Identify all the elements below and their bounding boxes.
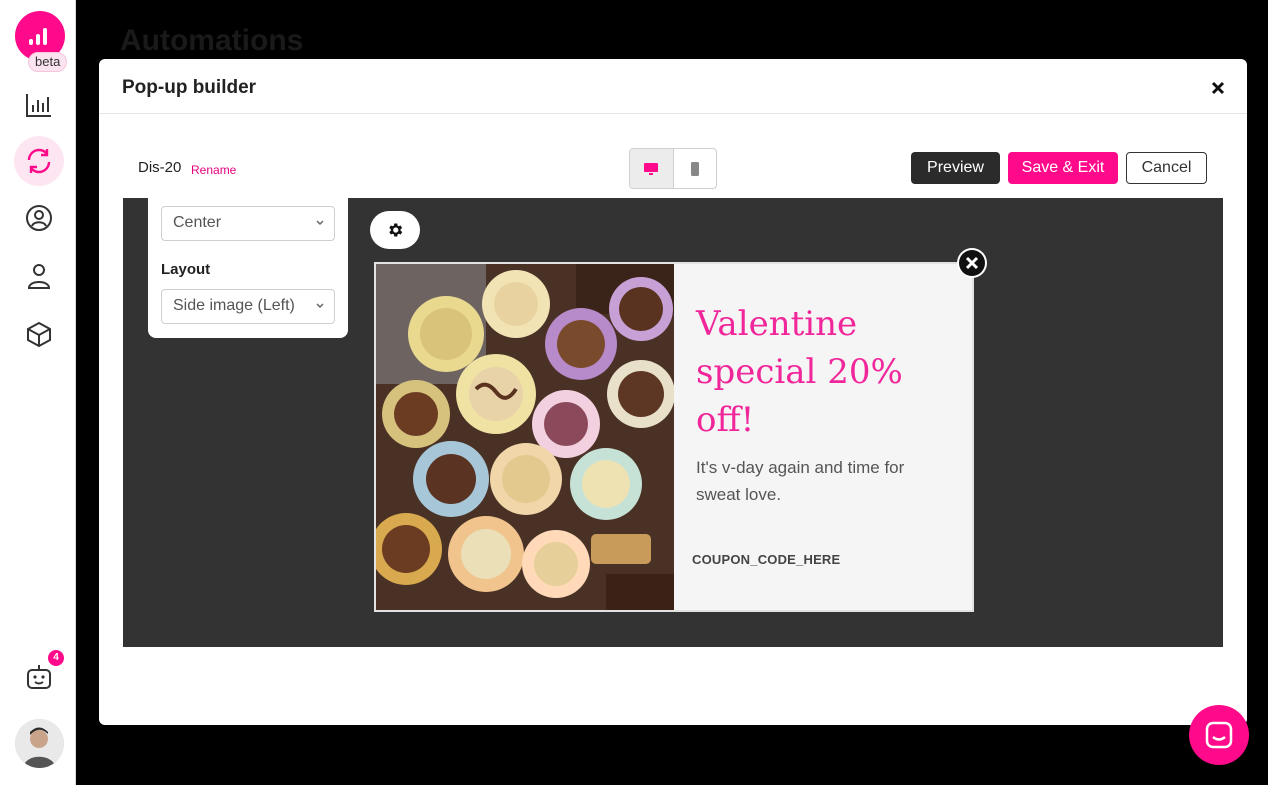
- avatar[interactable]: [15, 719, 64, 768]
- sidebar: beta 4: [0, 0, 76, 785]
- popup-settings-button[interactable]: [370, 211, 420, 249]
- sidebar-item-automations[interactable]: [14, 136, 64, 186]
- popup-content: Valentine special 20% off! It's v-day ag…: [674, 264, 972, 610]
- popup-body-text[interactable]: It's v-day again and time for sweat love…: [696, 454, 936, 508]
- rename-link[interactable]: Rename: [191, 163, 236, 177]
- user-avatar-icon: [15, 719, 64, 768]
- automations-refresh-icon: [27, 148, 51, 174]
- chocolates-image: [376, 264, 674, 610]
- builder-toolbar: Dis-20 Rename Preview Save & Exit Cancel: [99, 115, 1247, 198]
- device-toggle: [629, 148, 717, 189]
- notification-badge: 4: [48, 650, 64, 666]
- save-exit-button[interactable]: Save & Exit: [1008, 152, 1118, 184]
- desktop-icon: [644, 162, 659, 175]
- close-circle-icon: [959, 250, 985, 276]
- bot-icon: [27, 665, 51, 689]
- close-icon: [1211, 81, 1225, 95]
- modal-header: Pop-up builder: [99, 59, 1247, 114]
- bar-chart-logo-icon: [29, 28, 47, 45]
- sidebar-item-analytics[interactable]: [19, 85, 59, 125]
- layout-label: Layout: [161, 261, 211, 278]
- desktop-view-button[interactable]: [630, 149, 674, 188]
- popup-side-image[interactable]: [376, 264, 674, 610]
- preview-button[interactable]: Preview: [911, 152, 1000, 184]
- coupon-code[interactable]: COUPON_CODE_HERE: [692, 552, 840, 567]
- contact-person-icon: [27, 264, 51, 289]
- chat-icon: [1205, 721, 1233, 749]
- popup-name: Dis-20: [138, 159, 182, 176]
- modal-title: Pop-up builder: [122, 77, 257, 98]
- sidebar-item-products[interactable]: [19, 314, 59, 354]
- position-select-value: Center: [173, 214, 222, 231]
- analytics-chart-icon: [26, 94, 51, 117]
- mobile-icon: [690, 161, 699, 176]
- chevron-down-icon: [316, 220, 324, 226]
- product-cube-icon: [27, 321, 51, 348]
- layout-select[interactable]: Side image (Left): [161, 289, 335, 324]
- sidebar-item-audience[interactable]: [19, 198, 59, 238]
- beta-badge: beta: [28, 52, 68, 72]
- settings-panel: Center Layout Side image (Left): [148, 198, 348, 338]
- builder-canvas: Center Layout Side image (Left) Valentin…: [123, 198, 1223, 647]
- popup-headline[interactable]: Valentine special 20% off!: [696, 300, 946, 444]
- mobile-view-button[interactable]: [674, 149, 717, 188]
- popup-close-button[interactable]: [957, 248, 987, 278]
- audience-profile-icon: [26, 205, 52, 231]
- cancel-button[interactable]: Cancel: [1126, 152, 1207, 184]
- layout-select-value: Side image (Left): [173, 297, 295, 314]
- position-select[interactable]: Center: [161, 206, 335, 241]
- page-title: Automations: [120, 24, 304, 57]
- close-modal-button[interactable]: [1207, 77, 1229, 99]
- gear-icon: [389, 223, 403, 237]
- chevron-down-icon: [316, 303, 324, 309]
- popup-preview[interactable]: Valentine special 20% off! It's v-day ag…: [374, 262, 974, 612]
- popup-builder-modal: Pop-up builder Dis-20 Rename Preview Sav…: [99, 59, 1247, 725]
- chat-launcher-button[interactable]: [1189, 705, 1249, 765]
- sidebar-item-contacts[interactable]: [19, 256, 59, 296]
